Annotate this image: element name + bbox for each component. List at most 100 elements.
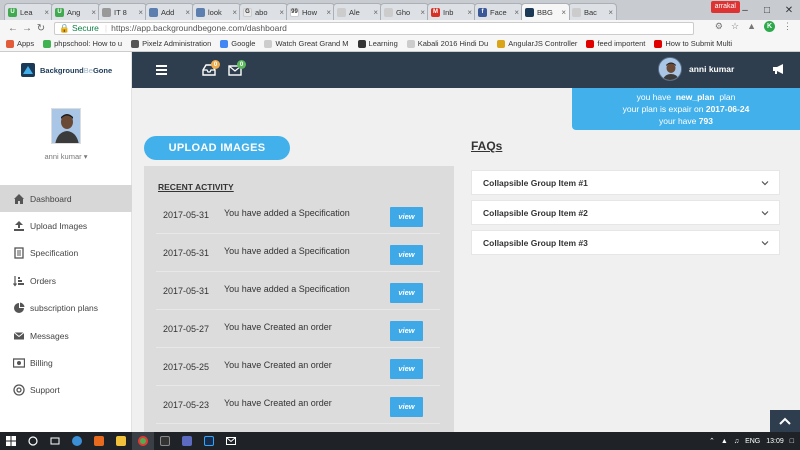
browser-tab[interactable]: M Inb × [427,3,476,20]
browser-tab[interactable]: U Ang × [51,3,100,20]
top-navbar: 0 0 anni kumar [132,52,800,88]
view-button[interactable]: view [390,358,423,379]
tab-close-icon[interactable]: × [232,8,237,17]
extension-icon[interactable]: ▲ [747,21,756,32]
scroll-to-top-button[interactable] [770,410,800,432]
browser-tab[interactable]: look × [192,3,241,20]
upload-images-button[interactable]: UPLOAD IMAGES [144,136,290,160]
task-view-icon[interactable] [44,432,66,450]
maximize-icon[interactable]: □ [756,0,778,20]
tab-close-icon[interactable]: × [44,8,49,17]
view-button[interactable]: view [390,206,423,227]
view-button[interactable]: view [390,396,423,417]
bookmark-label: AngularJS Controller [508,39,578,48]
tab-close-icon[interactable]: × [514,8,519,17]
tab-close-icon[interactable]: × [185,8,190,17]
sidebar-item-subscription-plans[interactable]: subscription plans [0,295,132,322]
photoshop-icon[interactable] [198,432,220,450]
sidebar-item-messages[interactable]: Messages [0,322,132,349]
view-button[interactable]: view [390,244,423,265]
tab-close-icon[interactable]: × [373,8,378,17]
url-input[interactable]: 🔒 Secure | https://app.backgroundbegone.… [54,21,694,35]
close-window-icon[interactable]: ✕ [778,0,800,20]
language-indicator[interactable]: ENG [745,438,760,445]
search-icon[interactable] [22,432,44,450]
faq-item[interactable]: Collapsible Group Item #2 [471,200,780,225]
bookmark-item[interactable]: Learning [357,39,398,48]
bookmark-item[interactable]: AngularJS Controller [497,39,577,48]
chrome-taskbar-icon[interactable] [132,432,154,450]
tab-close-icon[interactable]: × [561,8,566,17]
browser-tab[interactable]: f Face × [474,3,523,20]
brand-logo[interactable]: BackgroundBeGone [20,62,112,78]
browser-tab[interactable]: Gabo × [239,3,288,20]
hamburger-menu-icon[interactable] [156,65,167,75]
sidebar-item-billing[interactable]: Billing [0,349,132,376]
sidebar-item-upload-images[interactable]: Upload Images [0,212,132,239]
bookmark-item[interactable]: Apps [6,39,34,48]
network-icon[interactable]: ▲ [721,438,728,445]
announcement-megaphone-icon[interactable] [772,63,786,75]
windows-start-icon[interactable] [0,432,22,450]
tab-close-icon[interactable]: × [420,8,425,17]
windows-taskbar: ⌃ ▲ ♫ ENG 13:09 □ [0,432,800,450]
sidebar-item-dashboard[interactable]: Dashboard [0,185,132,213]
browser-tab[interactable]: IT 8 × [98,3,147,20]
tray-up-arrow-icon[interactable]: ⌃ [709,437,715,445]
sidebar-item-orders[interactable]: Orders [0,267,132,294]
clock[interactable]: 13:09 [766,438,784,445]
volume-icon[interactable]: ♫ [734,438,739,445]
menu-dots-icon[interactable]: ⋮ [783,21,792,32]
browser-tab[interactable]: Bac × [568,3,617,20]
messages-button[interactable]: 0 [228,60,246,76]
tab-close-icon[interactable]: × [138,8,143,17]
bookmark-item[interactable]: Watch Great Grand M [264,39,349,48]
top-avatar[interactable] [658,57,682,81]
bookmark-item[interactable]: How to Submit Multi [654,39,732,48]
browser-tab[interactable]: Gho × [380,3,429,20]
faq-item[interactable]: Collapsible Group Item #3 [471,230,780,255]
browser-tab[interactable]: Ale × [333,3,382,20]
plan-expiry-date: 2017-06-24 [705,104,750,114]
edge-browser-icon[interactable] [66,432,88,450]
file-explorer-icon[interactable] [110,432,132,450]
top-user-name[interactable]: anni kumar [689,64,734,74]
tab-close-icon[interactable]: × [608,8,613,17]
cast-icon[interactable]: ⚙ [715,21,723,32]
dark-app-icon[interactable] [154,432,176,450]
forward-icon[interactable]: → [20,23,34,34]
mail-icon[interactable] [220,432,242,450]
browser-tab[interactable]: Add × [145,3,194,20]
back-icon[interactable]: ← [6,23,20,34]
browser-tab[interactable]: U Lea × [4,3,53,20]
tab-close-icon[interactable]: × [326,8,331,17]
view-button[interactable]: view [390,282,423,303]
bookmark-item[interactable]: Pixelz Administration [131,39,211,48]
bookmark-item[interactable]: phpschool: How to u [43,39,122,48]
bookmark-item[interactable]: feed importent [586,39,645,48]
sidebar-item-support[interactable]: Support [0,377,132,404]
tab-close-icon[interactable]: × [279,8,284,17]
chevron-down-icon [761,209,769,217]
sidebar-item-specification[interactable]: Specification [0,240,132,267]
tab-close-icon[interactable]: × [91,8,96,17]
avatar[interactable] [51,108,81,144]
reload-icon[interactable]: ↻ [34,23,48,34]
user-dropdown[interactable]: anni kumar ▾ [0,152,132,161]
extension-k-icon[interactable]: K [764,21,775,32]
browser-tab[interactable]: BBG × [521,3,570,20]
bookmark-item[interactable]: Kabali 2016 Hindi Du [406,39,488,48]
minimize-icon[interactable]: – [734,0,756,20]
faq-item[interactable]: Collapsible Group Item #1 [471,170,780,195]
notification-button[interactable]: 0 [202,60,220,76]
tab-close-icon[interactable]: × [467,8,472,17]
browser-tab[interactable]: 99 How × [286,3,335,20]
media-player-icon[interactable] [88,432,110,450]
bookmark-star-icon[interactable]: ☆ [731,21,739,32]
action-center-icon[interactable]: □ [790,438,794,445]
user-name: anni kumar [44,152,82,161]
bookmark-item[interactable]: Google [220,39,255,48]
view-button[interactable]: view [390,320,423,341]
editor-icon[interactable] [176,432,198,450]
bookmark-label: feed importent [597,39,646,48]
